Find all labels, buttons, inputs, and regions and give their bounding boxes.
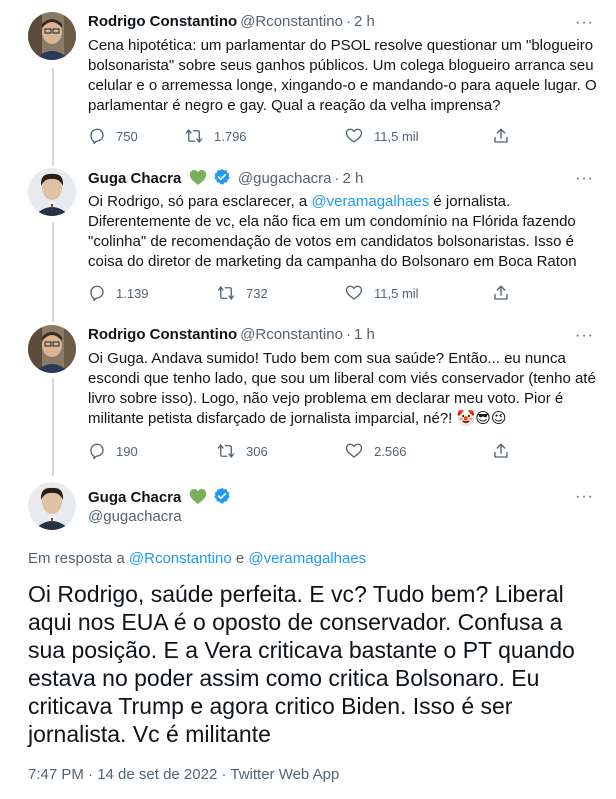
green-heart-icon (189, 489, 206, 504)
tweet-header: Rodrigo Constantino @Rconstantino · 2 h (88, 12, 375, 32)
more-icon[interactable]: ··· (575, 488, 594, 506)
green-heart-icon (189, 170, 206, 185)
retweet-count: 732 (246, 285, 268, 301)
heart-outline-icon (345, 285, 363, 300)
timestamp[interactable]: 1 h (354, 326, 375, 343)
view-count: 11,5 mil (374, 285, 419, 301)
retweet-icon (185, 129, 203, 143)
timestamp[interactable]: 2 h (354, 13, 375, 30)
tweet-text: Cena hipotética: um parlamentar do PSOL … (88, 37, 597, 114)
mention-link[interactable]: @veramagalhaes (248, 550, 366, 567)
separator: · (334, 170, 340, 187)
retweet-count: 306 (246, 443, 268, 459)
reply-count: 750 (116, 128, 138, 144)
main-tweet-header: Guga Chacra @gugachacra ··· (0, 482, 616, 542)
reply-button[interactable]: 750 (88, 127, 138, 145)
reply-count: 1.139 (116, 285, 149, 301)
reply-button[interactable]: 1.139 (88, 284, 149, 302)
reply-count: 190 (116, 443, 138, 459)
author-handle[interactable]: @Rconstantino (240, 13, 343, 30)
separator: · (345, 326, 351, 343)
main-author-row: Guga Chacra (88, 487, 231, 508)
replying-to: Em resposta a @Rconstantino e @veramagal… (28, 550, 366, 567)
share-button[interactable] (492, 284, 520, 302)
heart-outline-icon (345, 128, 363, 143)
separator: · (345, 13, 351, 30)
share-icon (494, 443, 508, 458)
author-name[interactable]: Guga Chacra (88, 170, 181, 187)
tweet-actions: 750 1.796 11,5 mil (88, 127, 598, 147)
tweet-1[interactable]: Rodrigo Constantino @Rconstantino · 2 h ···… (0, 12, 616, 162)
mention-link[interactable]: @veramagalhaes (311, 193, 429, 210)
tweet-2[interactable]: Guga Chacra @gugachacra · 2 h ··· Oi Rodri… (0, 168, 616, 318)
view-count: 2.566 (374, 443, 407, 459)
view-count: 11,5 mil (374, 128, 419, 144)
share-icon (494, 128, 508, 143)
verified-badge-icon (213, 168, 230, 185)
more-icon[interactable]: ··· (575, 170, 594, 188)
retweet-icon (217, 286, 235, 300)
replying-prefix: Em resposta a (28, 550, 129, 567)
verified-badge-icon (213, 487, 230, 504)
tweet-text: Oi Rodrigo, só para esclarecer, a @veram… (88, 192, 600, 272)
reply-button[interactable]: 190 (88, 442, 138, 460)
avatar[interactable] (28, 168, 76, 216)
retweet-count: 1.796 (214, 128, 247, 144)
reply-icon (90, 128, 104, 145)
main-tweet-text: Oi Rodrigo, saúde perfeita. E vc? Tudo b… (28, 581, 575, 747)
share-icon (494, 285, 508, 300)
views-button[interactable]: 11,5 mil (344, 127, 419, 145)
tweet-text-part: Oi Rodrigo, só para esclarecer, a (88, 193, 312, 210)
tweet-header: Guga Chacra @gugachacra · 2 h (88, 168, 363, 189)
author-name[interactable]: Rodrigo Constantino (88, 326, 237, 343)
replying-and: e (231, 550, 249, 567)
timestamp[interactable]: 2 h (343, 170, 364, 187)
share-button[interactable] (492, 127, 520, 145)
tweet-meta: 7:47 PM · 14 de set de 2022 · Twitter We… (28, 766, 340, 783)
more-icon[interactable]: ··· (575, 14, 594, 32)
heart-outline-icon (345, 443, 363, 458)
author-name[interactable]: Guga Chacra (88, 489, 181, 506)
avatar[interactable] (28, 482, 76, 530)
reply-icon (90, 443, 104, 460)
author-handle[interactable]: @gugachacra (238, 170, 332, 187)
tweet-actions: 1.139 732 11,5 mil (88, 284, 598, 304)
share-button[interactable] (492, 442, 520, 460)
author-handle[interactable]: @gugachacra (88, 508, 182, 525)
retweet-icon (217, 444, 235, 458)
reply-icon (90, 285, 104, 302)
more-icon[interactable]: ··· (575, 327, 594, 345)
author-name[interactable]: Rodrigo Constantino (88, 13, 237, 30)
tweet-actions: 190 306 2.566 (88, 442, 598, 462)
views-button[interactable]: 11,5 mil (344, 284, 419, 302)
author-handle[interactable]: @Rconstantino (240, 326, 343, 343)
avatar[interactable] (28, 12, 76, 60)
tweet-header: Rodrigo Constantino @Rconstantino · 1 h (88, 325, 375, 345)
avatar[interactable] (28, 325, 76, 373)
retweet-button[interactable]: 306 (216, 442, 268, 460)
retweet-button[interactable]: 1.796 (184, 127, 247, 145)
tweet-3[interactable]: Rodrigo Constantino @Rconstantino · 1 h ···… (0, 325, 616, 475)
mention-link[interactable]: @Rconstantino (129, 550, 232, 567)
retweet-button[interactable]: 732 (216, 284, 268, 302)
views-button[interactable]: 2.566 (344, 442, 407, 460)
tweet-text: Oi Guga. Andava sumido! Tudo bem com sua… (88, 350, 596, 427)
